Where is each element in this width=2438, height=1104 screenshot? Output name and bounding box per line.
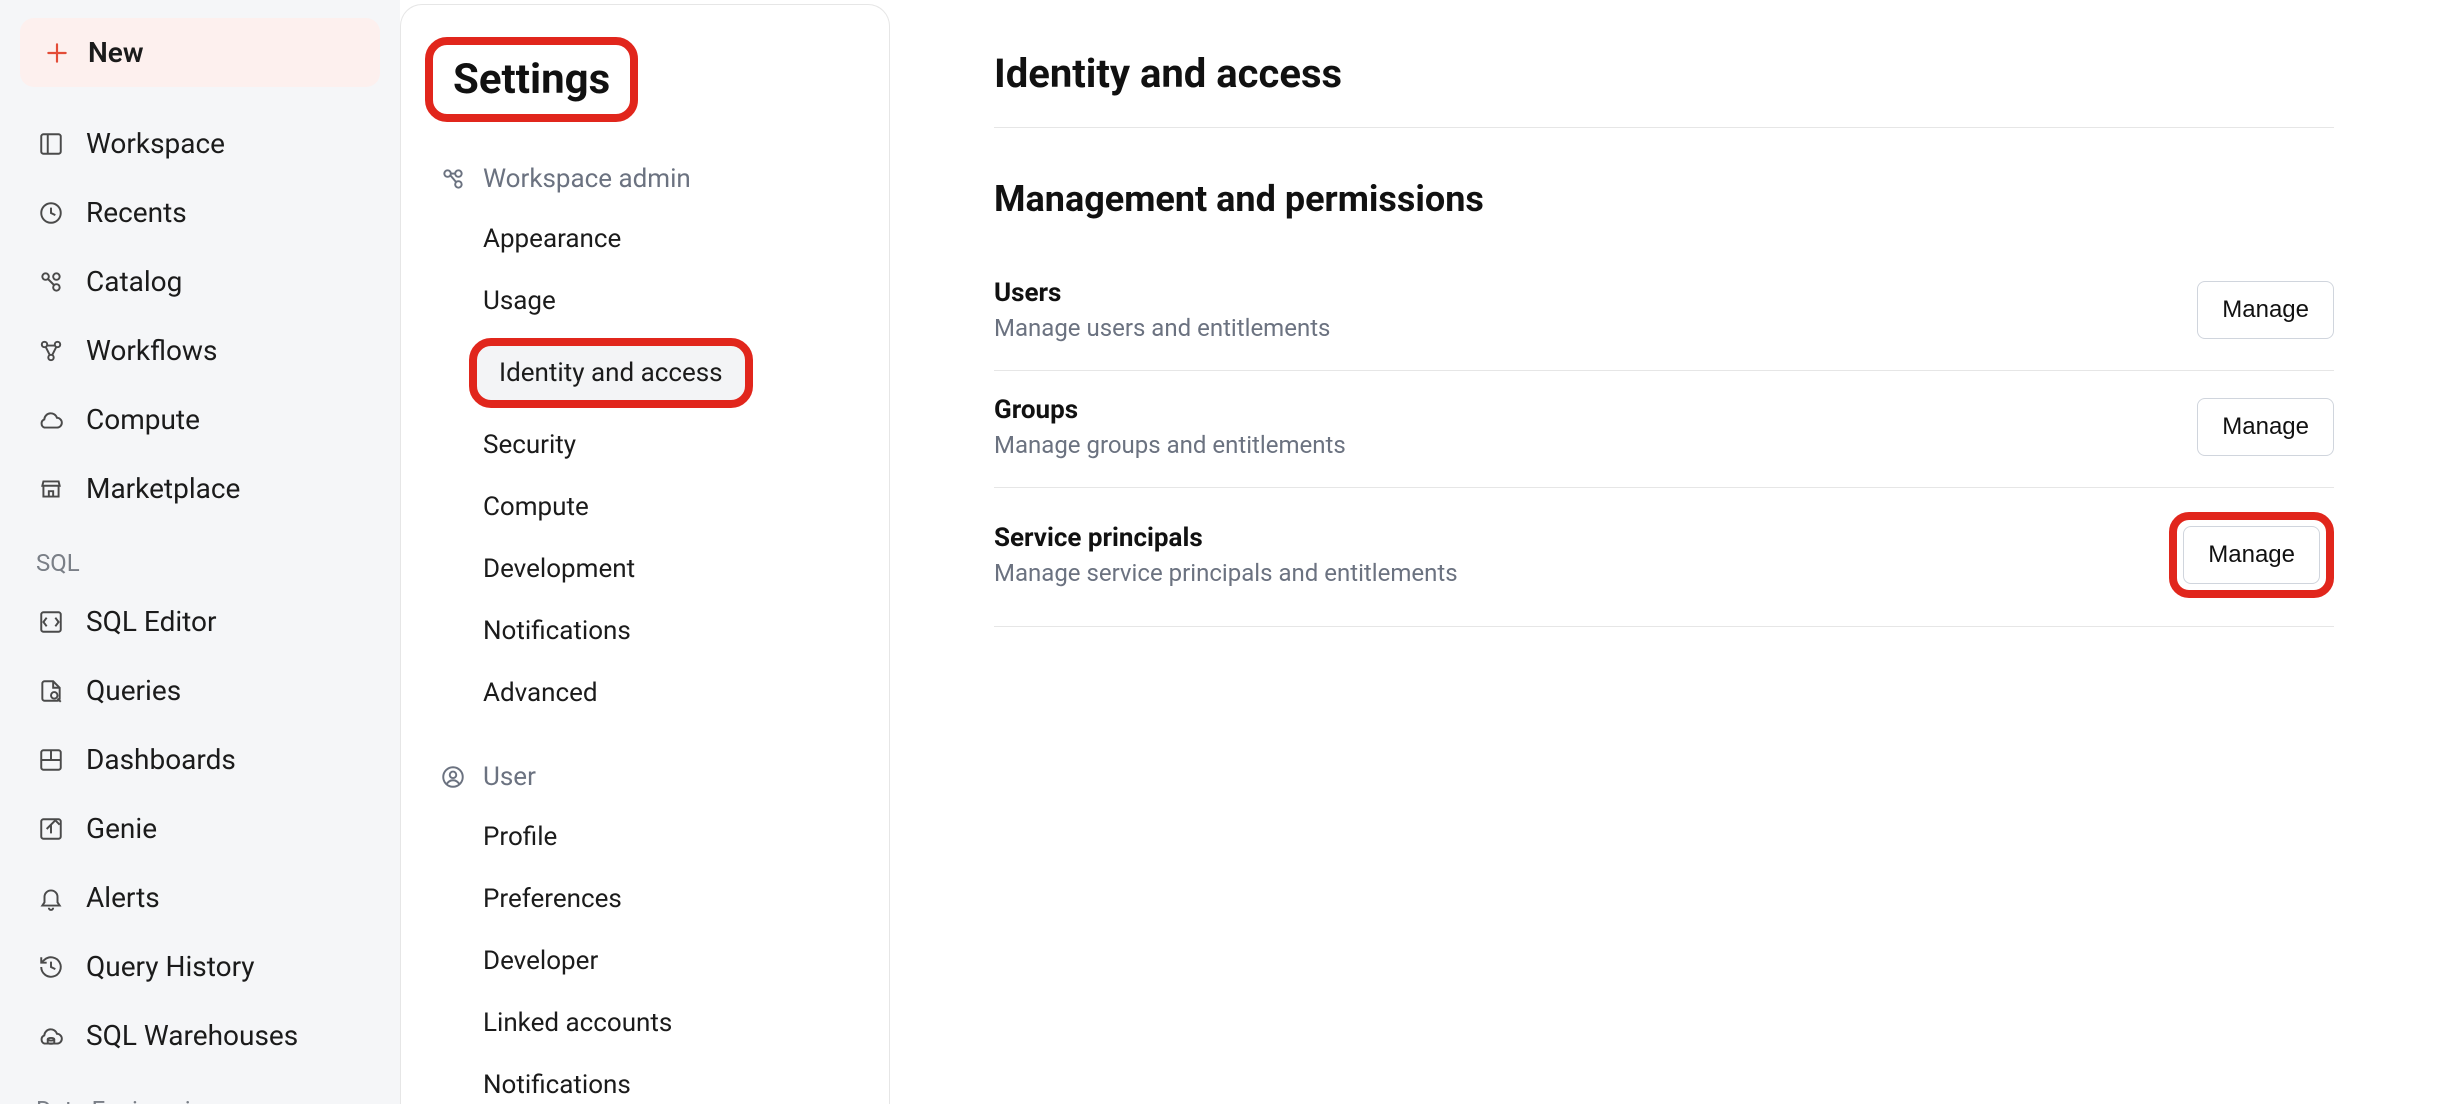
user-icon <box>439 764 467 790</box>
sidebar-item-label: Compute <box>86 403 200 436</box>
main-content: Identity and access Management and permi… <box>890 0 2438 1104</box>
mgmt-row-desc: Manage groups and entitlements <box>994 431 1346 459</box>
sidebar-item-marketplace[interactable]: Marketplace <box>20 458 380 519</box>
settings-item-developer[interactable]: Developer <box>429 930 861 992</box>
settings-item-notifications[interactable]: Notifications <box>429 600 861 662</box>
history-icon <box>36 954 66 980</box>
marketplace-icon <box>36 476 66 502</box>
sidebar-item-label: Workspace <box>86 127 225 160</box>
sidebar-group-sql: SQL <box>20 527 380 583</box>
clock-icon <box>36 200 66 226</box>
plus-icon <box>44 40 70 66</box>
settings-item-profile[interactable]: Profile <box>429 806 861 868</box>
sidebar-item-dashboards[interactable]: Dashboards <box>20 729 380 790</box>
sidebar-item-sql-editor[interactable]: SQL Editor <box>20 591 380 652</box>
mgmt-row-service-principals: Service principals Manage service princi… <box>994 488 2334 627</box>
sidebar-item-label: Query History <box>86 950 255 983</box>
settings-item-preferences[interactable]: Preferences <box>429 868 861 930</box>
sidebar-item-label: Genie <box>86 812 157 845</box>
sidebar-item-workspace[interactable]: Workspace <box>20 113 380 174</box>
sidebar-primary: New Workspace Recents Catalog Workflows <box>0 0 400 1104</box>
settings-item-identity-access[interactable]: Identity and access <box>469 338 753 408</box>
page-title: Identity and access <box>994 50 2334 97</box>
settings-item-compute[interactable]: Compute <box>429 476 861 538</box>
mgmt-row-desc: Manage users and entitlements <box>994 314 1330 342</box>
sidebar-item-recents[interactable]: Recents <box>20 182 380 243</box>
settings-section-user: User <box>429 748 861 806</box>
settings-section-label: User <box>483 762 536 792</box>
warehouse-icon <box>36 1023 66 1049</box>
settings-item-security[interactable]: Security <box>429 414 861 476</box>
sidebar-item-label: Queries <box>86 674 181 707</box>
sidebar-item-queries[interactable]: Queries <box>20 660 380 721</box>
settings-item-linked-accounts[interactable]: Linked accounts <box>429 992 861 1054</box>
mgmt-row-groups: Groups Manage groups and entitlements Ma… <box>994 371 2334 488</box>
settings-sidebar: Settings Workspace admin Appearance Usag… <box>400 4 890 1104</box>
sidebar-item-compute[interactable]: Compute <box>20 389 380 450</box>
sql-editor-icon <box>36 609 66 635</box>
genie-icon <box>36 816 66 842</box>
settings-item-advanced[interactable]: Advanced <box>429 662 861 724</box>
manage-users-button[interactable]: Manage <box>2197 281 2334 339</box>
sidebar-item-label: SQL Editor <box>86 605 217 638</box>
sidebar-item-catalog[interactable]: Catalog <box>20 251 380 312</box>
new-button[interactable]: New <box>20 18 380 87</box>
mgmt-row-title: Service principals <box>994 523 1458 553</box>
settings-item-user-notifications[interactable]: Notifications <box>429 1054 861 1104</box>
sidebar-item-alerts[interactable]: Alerts <box>20 867 380 928</box>
sidebar-item-label: SQL Warehouses <box>86 1019 298 1052</box>
sidebar-item-label: Marketplace <box>86 472 240 505</box>
workspace-admin-icon <box>439 166 467 192</box>
divider <box>994 127 2334 128</box>
mgmt-row-title: Users <box>994 278 1330 308</box>
catalog-icon <box>36 269 66 295</box>
settings-section-label: Workspace admin <box>483 164 691 194</box>
sidebar-item-label: Recents <box>86 196 187 229</box>
mgmt-row-desc: Manage service principals and entitlemen… <box>994 559 1458 587</box>
manage-groups-button[interactable]: Manage <box>2197 398 2334 456</box>
settings-title-highlight: Settings <box>425 37 638 122</box>
section-title: Management and permissions <box>994 178 2334 220</box>
sidebar-item-genie[interactable]: Genie <box>20 798 380 859</box>
manage-service-principals-highlight: Manage <box>2169 512 2334 598</box>
settings-item-appearance[interactable]: Appearance <box>429 208 861 270</box>
workspace-icon <box>36 131 66 157</box>
sidebar-item-label: Catalog <box>86 265 182 298</box>
sidebar-item-workflows[interactable]: Workflows <box>20 320 380 381</box>
settings-item-development[interactable]: Development <box>429 538 861 600</box>
manage-service-principals-button[interactable]: Manage <box>2183 526 2320 584</box>
sidebar-item-sql-warehouses[interactable]: SQL Warehouses <box>20 1005 380 1066</box>
new-button-label: New <box>88 36 144 69</box>
queries-icon <box>36 678 66 704</box>
cloud-icon <box>36 407 66 433</box>
mgmt-row-title: Groups <box>994 395 1346 425</box>
sidebar-item-label: Workflows <box>86 334 217 367</box>
workflows-icon <box>36 338 66 364</box>
mgmt-row-users: Users Manage users and entitlements Mana… <box>994 254 2334 371</box>
settings-section-workspace-admin: Workspace admin <box>429 150 861 208</box>
dashboards-icon <box>36 747 66 773</box>
settings-item-identity-access-wrap: Identity and access <box>429 338 861 408</box>
sidebar-item-label: Alerts <box>86 881 160 914</box>
sidebar-item-label: Dashboards <box>86 743 236 776</box>
bell-icon <box>36 885 66 911</box>
sidebar-group-data-engineering: Data Engineering <box>20 1074 380 1104</box>
settings-item-usage[interactable]: Usage <box>429 270 861 332</box>
settings-title: Settings <box>453 55 610 104</box>
sidebar-item-query-history[interactable]: Query History <box>20 936 380 997</box>
settings-item-label: Identity and access <box>499 358 723 388</box>
